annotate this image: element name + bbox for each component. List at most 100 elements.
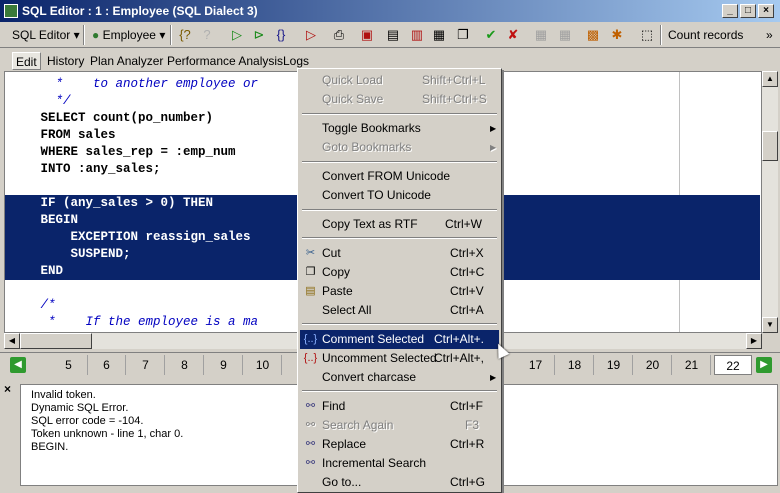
scroll-up-arrow[interactable]: ▲	[762, 71, 778, 87]
page-tab[interactable]: 21	[673, 355, 711, 375]
options-icon[interactable]: ✱	[608, 26, 626, 44]
menu-item-comment-selected[interactable]: {..} Comment Selected Ctrl+Alt+.	[300, 330, 499, 349]
menu-item-goto-bookmarks: Goto Bookmarks ▶	[300, 138, 499, 157]
delete-icon[interactable]: ▥	[408, 26, 426, 44]
submenu-arrow-icon: ▶	[490, 373, 497, 382]
sql-editor-label: SQL Editor	[12, 28, 71, 42]
grid2-icon: ▦	[558, 27, 572, 42]
disabled-tool-icon: ?	[203, 27, 211, 42]
incremental-search-icon: ⚯	[305, 457, 316, 469]
commit-icon[interactable]: ✔	[482, 26, 500, 44]
horizontal-scroll-thumb[interactable]	[20, 333, 92, 349]
count-records-button[interactable]: Count records	[664, 24, 747, 46]
menu-item-convert-from-unicode[interactable]: Convert FROM Unicode	[300, 167, 499, 186]
rollback-icon[interactable]: ✘	[504, 26, 522, 44]
message-line: BEGIN.	[31, 441, 69, 453]
uncomment-icon: {..}	[303, 352, 318, 364]
menu-item-go-to[interactable]: Go to... Ctrl+G	[300, 473, 499, 492]
tab-performance-analysis[interactable]: Performance Analysis	[164, 52, 286, 70]
page-tab[interactable]: 18	[556, 355, 594, 375]
prev-page-icon[interactable]: ◀	[10, 357, 26, 373]
page-tab[interactable]: 17	[517, 355, 555, 375]
run-block-icon[interactable]: {}	[272, 26, 290, 44]
menu-item-cut[interactable]: ✂ Cut Ctrl+X	[300, 244, 499, 263]
scissors-icon: ✂	[305, 247, 316, 259]
menu-item-uncomment-selected[interactable]: {..} Uncomment Selected Ctrl+Alt+,	[300, 349, 499, 368]
paste-icon: ▤	[305, 285, 316, 297]
database-icon: ●	[92, 28, 100, 42]
page-tab-active[interactable]: 22	[714, 355, 752, 375]
vertical-scrollbar[interactable]: ▲ ▼	[762, 71, 778, 333]
menu-item-convert-to-unicode[interactable]: Convert TO Unicode	[300, 186, 499, 205]
menu-item-incremental-search[interactable]: ⚯ Incremental Search	[300, 454, 499, 473]
submenu-arrow-icon: ▶	[490, 124, 497, 133]
search-again-icon: ⚯	[305, 419, 316, 431]
menu-separator	[302, 161, 497, 163]
menu-separator	[302, 113, 497, 115]
title-bar: SQL Editor : 1 : Employee (SQL Dialect 3…	[0, 0, 780, 22]
close-messages-icon[interactable]: ×	[4, 382, 11, 396]
menu-item-select-all[interactable]: Select All Ctrl+A	[300, 301, 499, 320]
grid-icon: ▦	[534, 27, 548, 42]
app-icon	[4, 4, 18, 18]
scroll-right-arrow[interactable]: ▶	[746, 333, 762, 349]
run-icon[interactable]: ▷	[228, 26, 246, 44]
window-title: SQL Editor : 1 : Employee (SQL Dialect 3…	[22, 4, 258, 18]
print-icon[interactable]: ⎙	[330, 26, 348, 44]
toolbar-separator	[660, 25, 662, 45]
chevron-down-icon: ▾	[159, 28, 166, 42]
menu-item-replace[interactable]: ⚯ Replace Ctrl+R	[300, 435, 499, 454]
page-tab[interactable]: 9	[205, 355, 243, 375]
toolbar-separator	[83, 25, 85, 45]
next-page-icon[interactable]: ▶	[756, 357, 772, 373]
scroll-left-arrow[interactable]: ◀	[4, 333, 20, 349]
menu-item-find[interactable]: ⚯ Find Ctrl+F	[300, 397, 499, 416]
database-dropdown[interactable]: ● Employee ▾	[88, 24, 169, 46]
tab-edit[interactable]: Edit	[12, 52, 41, 70]
vertical-scroll-thumb[interactable]	[762, 131, 778, 161]
maximize-button[interactable]: □	[740, 4, 756, 18]
query-parameters-icon[interactable]: {?	[176, 26, 194, 44]
editor-tabs: Edit History Plan Analyzer Performance A…	[0, 50, 780, 70]
menu-item-toggle-bookmarks[interactable]: Toggle Bookmarks ▶	[300, 119, 499, 138]
page-tab[interactable]: 5	[50, 355, 88, 375]
message-line: Dynamic SQL Error.	[31, 402, 129, 414]
page-tab[interactable]: 20	[634, 355, 672, 375]
menu-item-search-again: ⚯ Search Again F3	[300, 416, 499, 435]
select-icon[interactable]: ⬚	[638, 26, 656, 44]
step-icon[interactable]: ▷	[302, 26, 320, 44]
clear-icon[interactable]: ▣	[358, 26, 376, 44]
copy-icon: ❐	[305, 266, 316, 278]
run-all-icon[interactable]: ⊳	[250, 26, 268, 44]
chevron-down-icon: ▾	[73, 28, 80, 42]
menu-item-paste[interactable]: ▤ Paste Ctrl+V	[300, 282, 499, 301]
menu-item-convert-charcase[interactable]: Convert charcase ▶	[300, 368, 499, 387]
menu-item-copy-text-rtf[interactable]: Copy Text as RTF Ctrl+W	[300, 215, 499, 234]
toolbar-overflow-chevron[interactable]: »	[762, 24, 777, 46]
submenu-arrow-icon: ▶	[490, 143, 497, 152]
message-line: Invalid token.	[31, 389, 96, 401]
copy-icon[interactable]: ❐	[454, 26, 472, 44]
binoculars-icon: ⚯	[305, 400, 316, 412]
page-tab[interactable]: 6	[88, 355, 126, 375]
document-icon[interactable]: ▦	[430, 26, 448, 44]
context-menu: Quick Load Shift+Ctrl+L Quick Save Shift+C…	[297, 68, 502, 493]
menu-separator	[302, 390, 497, 392]
page-tab[interactable]: 10	[244, 355, 282, 375]
scroll-down-arrow[interactable]: ▼	[762, 317, 778, 333]
page-tab[interactable]: 8	[166, 355, 204, 375]
close-button[interactable]: ×	[758, 4, 774, 18]
tab-plan-analyzer[interactable]: Plan Analyzer	[87, 52, 166, 70]
toolbar: SQL Editor ▾ ● Employee ▾ {? ? ▷ ⊳ {} ▷ …	[0, 22, 780, 48]
comment-icon: {..}	[303, 333, 318, 345]
sql-editor-dropdown[interactable]: SQL Editor ▾	[8, 24, 84, 46]
page-tab[interactable]: 7	[127, 355, 165, 375]
new-icon[interactable]: ▤	[384, 26, 402, 44]
tab-history[interactable]: History	[44, 52, 87, 70]
menu-item-copy[interactable]: ❐ Copy Ctrl+C	[300, 263, 499, 282]
message-line: SQL error code = -104.	[31, 415, 144, 427]
tools-icon[interactable]: ▩	[584, 26, 602, 44]
minimize-button[interactable]: _	[722, 4, 738, 18]
menu-item-quick-load: Quick Load Shift+Ctrl+L	[322, 73, 486, 87]
page-tab[interactable]: 19	[595, 355, 633, 375]
